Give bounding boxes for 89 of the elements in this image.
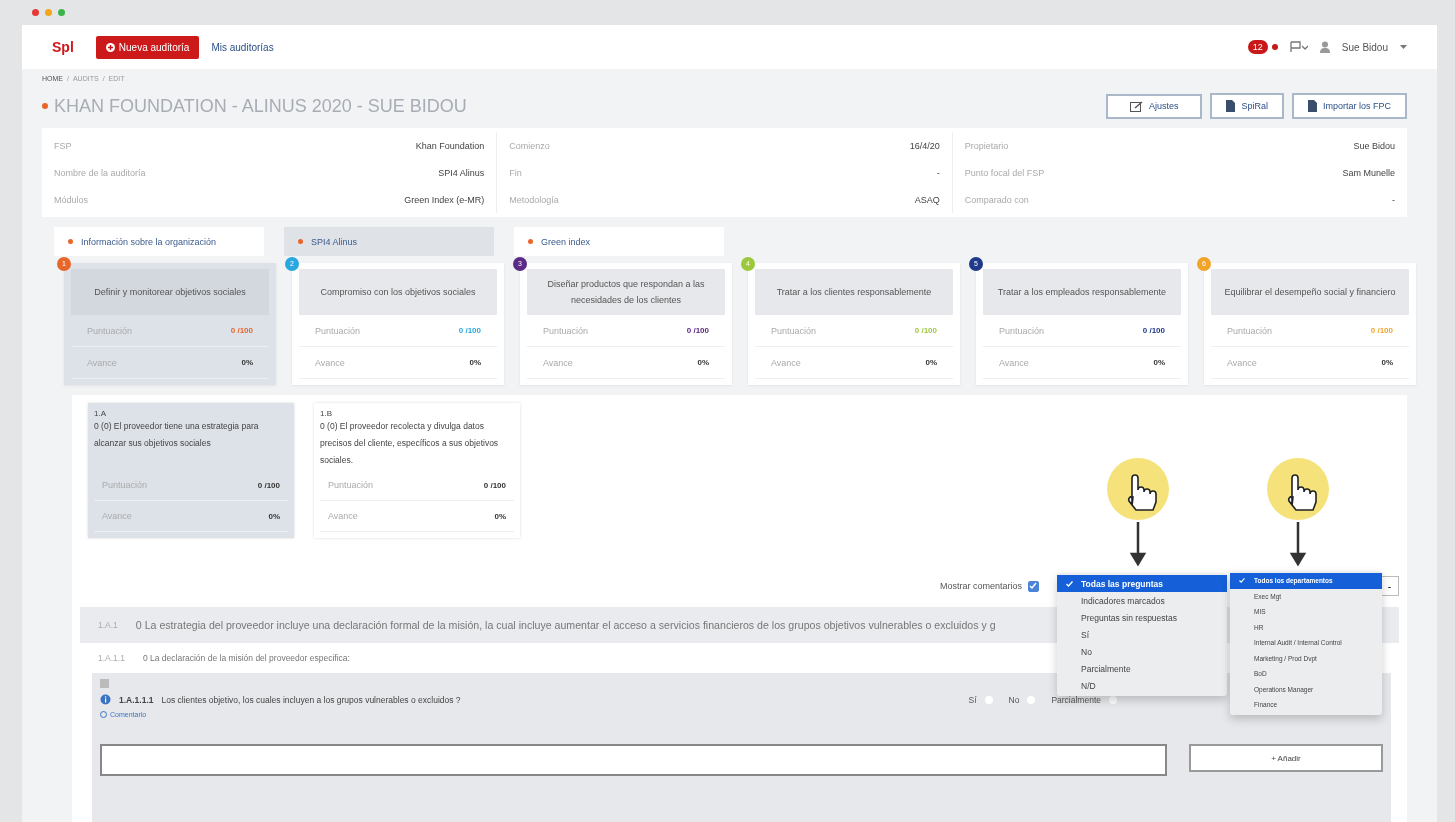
field-label: Comparado con [964,194,1029,205]
notification-badge[interactable]: 12 [1247,40,1268,54]
menu-item[interactable]: No [1057,643,1227,660]
sub-indicator-text: 0 La declaración de la misión del proveedor especifica: [142,653,350,663]
tab[interactable]: SPI4 Alinus [284,227,494,256]
score-value: 0 /100 [1370,326,1393,335]
sub-indicator-code: 1.A.1.1 [98,653,125,663]
field-label: Comienzo [509,140,550,151]
field-value: 16/4/20 [909,140,940,151]
progress-label: Avance [999,357,1029,368]
logo: Spl [52,39,74,55]
dimension-title: Compromiso con los objetivos sociales [299,269,497,315]
score-value: 0 /100 [257,480,280,490]
dimension-title: Tratar a los empleados responsablemente [983,269,1181,315]
standard-code: 1.B [320,409,333,418]
progress-value: 0% [241,358,253,367]
field-label: Punto focal del FSP [964,167,1045,178]
menu-item[interactable]: Indicadores marcados [1057,592,1227,609]
radio-label: No [1008,694,1020,705]
standard-code: 1.A [94,409,107,418]
progress-label: Avance [771,357,801,368]
field-value: Khan Foundation [415,140,485,151]
score-label: Puntuación [315,325,361,336]
menu-item[interactable]: Sí [1057,626,1227,643]
add-button[interactable]: + Añadir [1188,744,1383,772]
progress-label: Avance [328,511,358,521]
user-menu[interactable]: Sue Bidou [1341,41,1388,53]
question-code: 1.A.1.1.1 [119,694,154,705]
page-title: KHAN FOUNDATION - ALINUS 2020 - SUE BIDOU [54,95,467,117]
dimension-title: Equilibrar el desempeño social y financiero [1211,269,1409,315]
score-value: 0 /100 [458,326,481,335]
score-label: Puntuación [1227,325,1273,336]
score-label: Puntuación [771,325,817,336]
field-label: Metodología [509,194,559,205]
score-label: Puntuación [543,325,589,336]
field-label: Módulos [54,194,89,205]
score-value: 0 /100 [686,326,709,335]
progress-label: Avance [543,357,573,368]
field-value: - [1392,194,1395,205]
radio-label: Parcialmente [1051,694,1101,705]
progress-label: Avance [1227,357,1257,368]
progress-value: 0% [469,358,481,367]
score-value: 0 /100 [483,480,506,490]
score-label: Puntuación [87,325,133,336]
tab[interactable]: Información sobre la organización [54,227,264,256]
action-button[interactable]: Importar los FPC [1292,93,1407,119]
standard-card[interactable]: 1.B 0 (0) El proveedor recolecta y divulga datos precisos del cliente, específicos a sus objetivos sociales. Puntuación 0 /100 Avance 0% [314,403,520,538]
progress-value: 0% [494,511,506,521]
question-text: Los clientes objetivo, los cuales incluyen a los grupos vulnerables o excluidos ? [161,694,461,705]
dimension-title: Tratar a los clientes responsablemente [755,269,953,315]
progress-value: 0% [1381,358,1393,367]
indicator-code: 1.A.1 [98,620,118,630]
score-label: Puntuación [102,480,148,490]
field-value: SPI4 Alinus [438,167,485,178]
nav-link[interactable]: Mis auditorías [211,41,274,53]
field-label: Fin [509,167,522,178]
menu-item[interactable]: Preguntas sin respuestas [1057,609,1227,626]
progress-value: 0% [925,358,937,367]
field-label: FSP [54,140,72,151]
indicator-text: 0 La estrategia del proveedor incluye una declaración formal de la misión, la cual incluye aumentar el acceso a servicios financieros de los grupos objetivos vulnerables o excluidos y g [135,619,996,631]
tab[interactable]: Green index [514,227,724,256]
field-value: Sue Bidou [1353,140,1395,151]
menu-item[interactable]: N/D [1057,677,1227,694]
score-label: Puntuación [328,480,374,490]
score-value: 0 /100 [230,326,253,335]
new-audit-button[interactable]: Nueva auditoría [95,35,200,59]
dimension-title: Diseñar productos que respondan a las necesidades de los clientes [527,269,725,315]
progress-value: 0% [697,358,709,367]
field-label: Nombre de la auditoría [54,167,146,178]
progress-value: 0% [268,511,280,521]
field-value: Sam Munelle [1342,167,1395,178]
field-value: Green Index (e-MR) [404,194,485,205]
score-value: 0 /100 [1142,326,1165,335]
menu-item[interactable]: Parcialmente [1057,660,1227,677]
dimension-title: Definir y monitorear objetivos sociales [71,269,269,315]
score-value: 0 /100 [914,326,937,335]
checkbox-label: Mostrar comentarios [940,581,1023,591]
progress-value: 0% [1153,358,1165,367]
progress-label: Avance [315,357,345,368]
radio-label: Sí [968,694,977,705]
action-button[interactable]: SpiRal [1210,93,1284,119]
field-value: ASAQ [914,194,940,205]
standard-text: 0 (0) El proveedor recolecta y divulga datos precisos del cliente, específicos a sus objetivos sociales. [320,420,500,467]
field-value: - [936,167,940,178]
standard-text: 0 (0) El proveedor tiene una estrategia para alcanzar sus objetivos sociales [94,420,260,450]
menu-item[interactable]: Todas las preguntas [1057,575,1227,592]
score-label: Puntuación [999,325,1045,336]
action-button[interactable]: Ajustes [1105,93,1203,119]
field-label: Propietario [964,140,1009,151]
